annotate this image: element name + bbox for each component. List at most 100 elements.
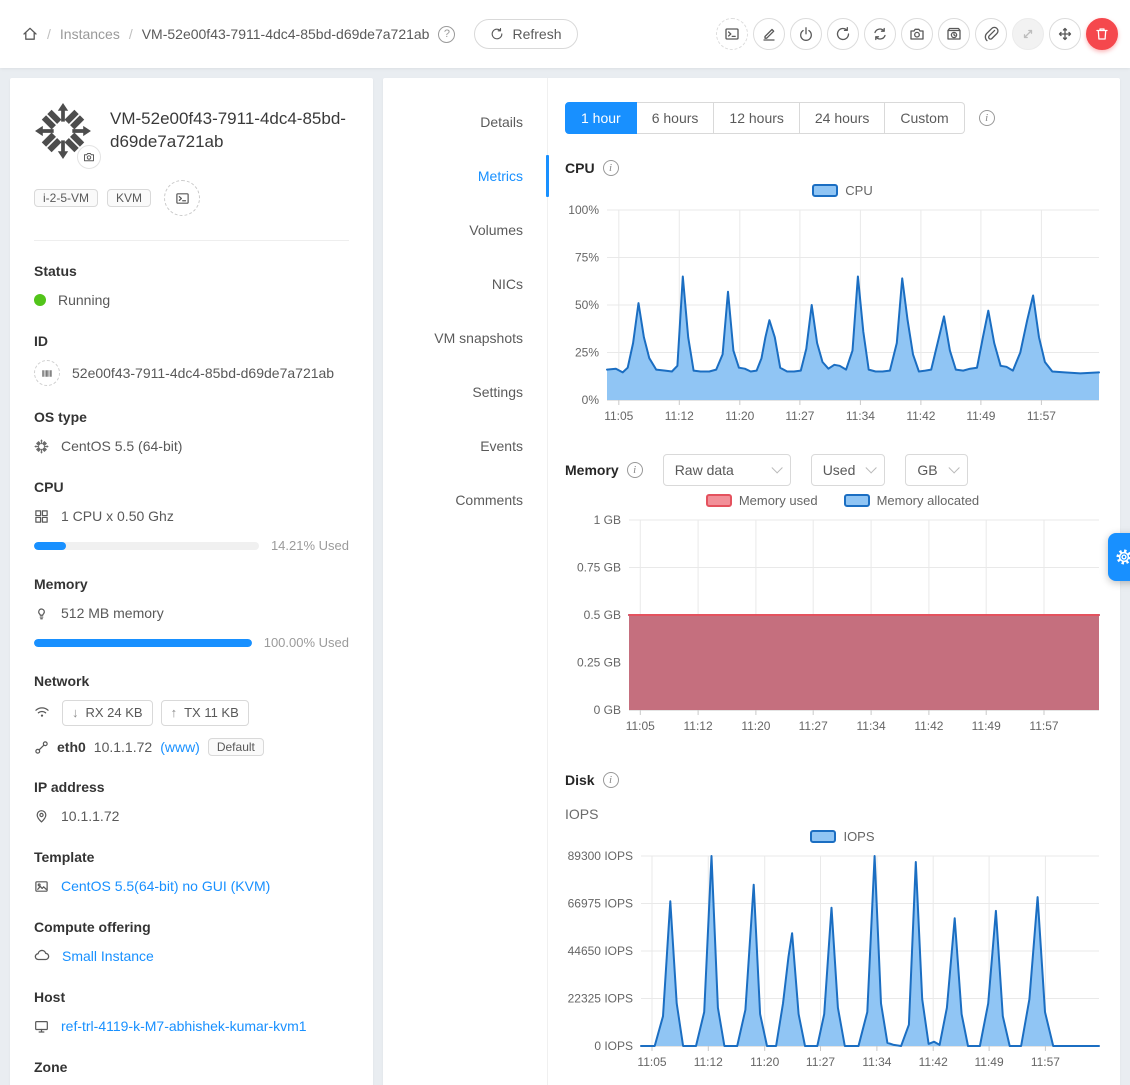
svg-text:0%: 0%	[582, 393, 600, 407]
tab-events[interactable]: Events	[383, 435, 547, 457]
range-custom[interactable]: Custom	[885, 102, 964, 134]
home-icon[interactable]	[22, 26, 38, 42]
svg-text:11:05: 11:05	[626, 719, 655, 733]
attach-iso-button[interactable]	[975, 18, 1007, 50]
bulb-icon	[34, 606, 49, 621]
range-1-hour[interactable]: 1 hour	[565, 102, 637, 134]
os-logo	[34, 102, 92, 160]
svg-text:11:42: 11:42	[919, 1055, 948, 1069]
cpu-chart-title: CPU	[565, 160, 595, 176]
settings-gear-button[interactable]	[1108, 533, 1130, 581]
os-icon	[34, 439, 49, 454]
tab-vm-snapshots[interactable]: VM snapshots	[383, 327, 547, 349]
cpu-chart-legend: CPU	[565, 180, 1120, 200]
cpu-chart-header: CPU	[565, 160, 1120, 176]
memory-chart-header: Memory Raw data Used GB	[565, 454, 1120, 486]
time-range-group: 1 hour 6 hours 12 hours 24 hours Custom	[565, 102, 965, 134]
svg-text:11:12: 11:12	[684, 719, 713, 733]
memory-data-select[interactable]: Raw data	[663, 454, 791, 486]
host-section: Host ref-trl-4119-k-M7-abhishek-kumar-kv…	[34, 989, 349, 1036]
console-button-small[interactable]	[164, 180, 200, 216]
breadcrumb: / Instances / VM-52e00f43-7911-4dc4-85bd…	[22, 19, 578, 49]
svg-text:11:12: 11:12	[694, 1055, 723, 1069]
os-value: CentOS 5.5 (64-bit)	[61, 436, 182, 456]
location-pin-icon	[34, 809, 49, 824]
svg-text:11:05: 11:05	[604, 409, 633, 423]
rx-badge: RX 24 KB	[62, 700, 153, 726]
info-icon	[603, 160, 619, 176]
svg-text:11:34: 11:34	[862, 1055, 891, 1069]
reboot-button[interactable]	[827, 18, 859, 50]
tab-comments[interactable]: Comments	[383, 489, 547, 511]
svg-text:50%: 50%	[575, 298, 599, 312]
range-12-hours[interactable]: 12 hours	[714, 102, 799, 134]
memory-chart-title: Memory	[565, 462, 619, 478]
svg-text:11:27: 11:27	[799, 719, 828, 733]
scale-button[interactable]	[1012, 18, 1044, 50]
ip-value: 10.1.1.72	[61, 806, 119, 826]
camera-badge-icon[interactable]	[77, 145, 101, 169]
tab-settings[interactable]: Settings	[383, 381, 547, 403]
compute-offering-link[interactable]: Small Instance	[62, 946, 154, 966]
svg-text:100%: 100%	[568, 203, 599, 217]
disk-chart-header: Disk	[565, 772, 1120, 788]
svg-text:11:49: 11:49	[966, 409, 995, 423]
svg-text:25%: 25%	[575, 346, 599, 360]
edit-icon	[761, 26, 777, 42]
nic-name: eth0	[57, 739, 86, 755]
recurring-snapshot-button[interactable]	[938, 18, 970, 50]
detail-tabs: Details Metrics Volumes NICs VM snapshot…	[383, 78, 548, 1085]
disk-section: Disk IOPS IOPS 11:0511:1211:2011:2711:34…	[565, 772, 1120, 1074]
svg-text:1 GB: 1 GB	[594, 513, 621, 527]
status-value: Running	[58, 290, 110, 310]
memory-unit-select[interactable]: GB	[905, 454, 967, 486]
desktop-icon	[34, 1019, 49, 1034]
tab-volumes[interactable]: Volumes	[383, 219, 547, 241]
tab-nics[interactable]: NICs	[383, 273, 547, 295]
instance-actions-toolbar	[711, 18, 1118, 50]
help-icon[interactable]	[438, 26, 455, 43]
memory-section: Memory 512 MB memory 100.00% Used	[34, 576, 349, 650]
destroy-button[interactable]	[1086, 18, 1118, 50]
cpu-section: CPU 1 CPU x 0.50 Ghz 14.21% Used	[34, 479, 349, 553]
migrate-button[interactable]	[1049, 18, 1081, 50]
barcode-icon	[34, 360, 60, 386]
svg-text:11:20: 11:20	[750, 1055, 779, 1069]
breadcrumb-separator: /	[129, 26, 133, 42]
edit-button[interactable]	[753, 18, 785, 50]
cpu-grid-icon	[34, 509, 49, 524]
console-button[interactable]	[716, 18, 748, 50]
range-6-hours[interactable]: 6 hours	[637, 102, 715, 134]
memory-value: 512 MB memory	[61, 603, 164, 623]
memory-used-select[interactable]: Used	[811, 454, 886, 486]
instance-name: VM-52e00f43-7911-4dc4-85bd-d69de7a721ab	[110, 108, 349, 160]
instance-tag: i-2-5-VM	[34, 189, 98, 207]
instance-detail-card: Details Metrics Volumes NICs VM snapshot…	[383, 78, 1120, 1085]
divider	[34, 240, 349, 241]
stop-button[interactable]	[790, 18, 822, 50]
network-link[interactable]: (www)	[160, 739, 200, 755]
camera-icon	[909, 26, 925, 42]
zone-section: Zone ref-trl-4119-k-M7-abhishek-kumar	[34, 1059, 349, 1085]
cloud-icon	[34, 948, 50, 964]
range-24-hours[interactable]: 24 hours	[800, 102, 885, 134]
chevron-down-icon	[948, 462, 959, 473]
reinstall-button[interactable]	[864, 18, 896, 50]
breadcrumb-instances[interactable]: Instances	[60, 26, 120, 42]
status-dot-icon	[34, 294, 46, 306]
template-link[interactable]: CentOS 5.5(64-bit) no GUI (KVM)	[61, 876, 270, 896]
info-icon	[627, 462, 643, 478]
svg-text:11:27: 11:27	[785, 409, 814, 423]
console-icon	[175, 191, 190, 206]
paperclip-icon	[983, 26, 999, 42]
refresh-button[interactable]: Refresh	[474, 19, 577, 49]
svg-text:11:34: 11:34	[857, 719, 886, 733]
snapshot-button[interactable]	[901, 18, 933, 50]
chevron-down-icon	[866, 462, 877, 473]
tab-metrics[interactable]: Metrics	[383, 165, 547, 187]
picture-icon	[34, 879, 49, 894]
host-link[interactable]: ref-trl-4119-k-M7-abhishek-kumar-kvm1	[61, 1016, 307, 1036]
trash-icon	[1094, 26, 1110, 42]
svg-text:89300 IOPS: 89300 IOPS	[568, 849, 633, 863]
tab-details[interactable]: Details	[383, 111, 547, 133]
